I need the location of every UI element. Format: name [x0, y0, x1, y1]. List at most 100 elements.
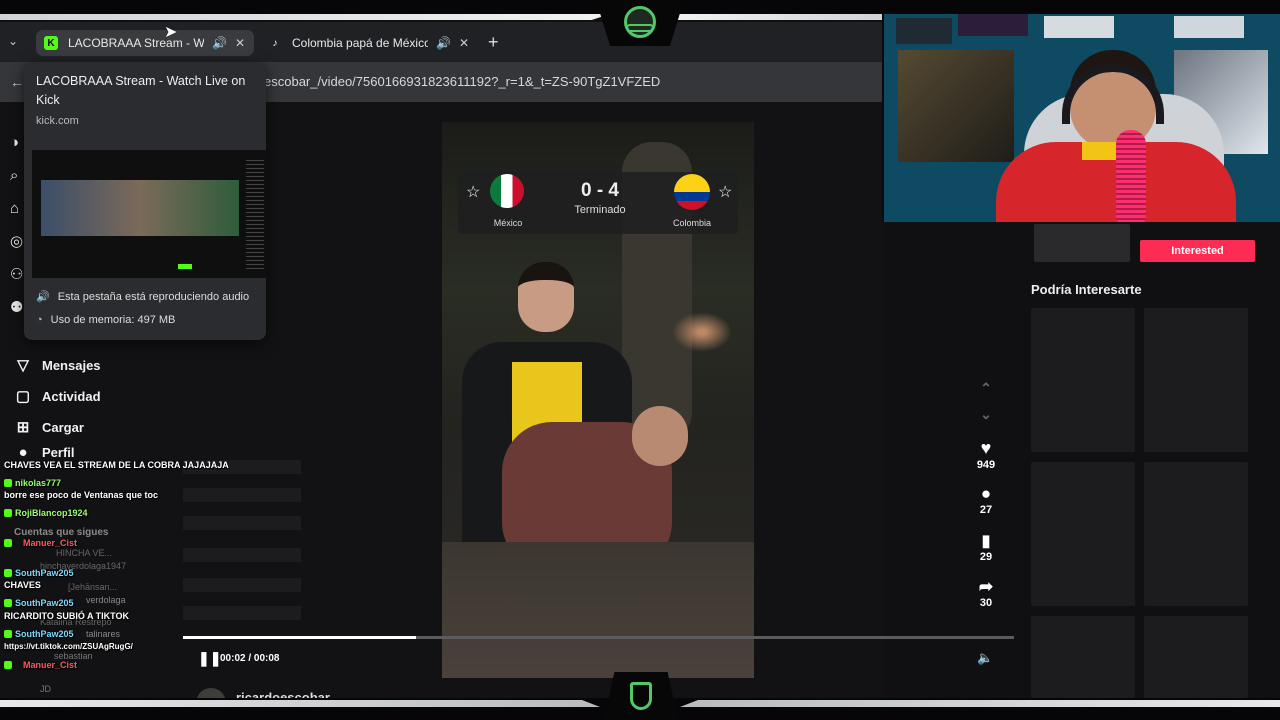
chat-user: SouthPaw205: [4, 629, 74, 639]
glasses-lenses: [626, 24, 654, 32]
match-status: Terminado: [574, 204, 626, 216]
kick-badge-icon: [4, 599, 12, 607]
chat-message: https://vt.tiktok.com/ZSUAgRugG/: [4, 642, 133, 651]
chat-message: CHAVES VEA EL STREAM DE LA COBRA JAJAJAJ…: [4, 460, 229, 470]
new-tab-button[interactable]: +: [488, 32, 499, 53]
chat-message: borre ese poco de Ventanas que toc: [4, 490, 159, 500]
match-scoreboard: ☆ México 0 - 4 Terminado Colombia ☆: [458, 172, 738, 234]
chat-message: RICARDITO SUBIÓ A TIKTOK: [4, 611, 130, 621]
microphone-icon: [1116, 130, 1146, 222]
recommendation-card[interactable]: [1144, 462, 1248, 606]
home-team: México: [493, 218, 523, 228]
recommendation-card[interactable]: [1031, 308, 1135, 452]
tab-list-chevron-icon[interactable]: ⌄: [8, 34, 18, 48]
close-tab-icon[interactable]: ✕: [235, 36, 245, 50]
wall-jersey: [1174, 16, 1244, 38]
kick-badge-icon: [4, 661, 12, 669]
sidebar-item-perfil[interactable]: ● Perfil: [14, 446, 75, 458]
speaker-icon: 🔊: [36, 291, 50, 303]
overlay-frame-line: [680, 700, 1280, 707]
comment-button[interactable]: ● 27: [966, 484, 1006, 516]
carried-head: [632, 406, 688, 466]
preview-follow-button: [178, 264, 192, 269]
sidebar-item-label: Actividad: [42, 388, 101, 404]
share-icon: ➦: [978, 577, 994, 596]
recommendation-card[interactable]: [1144, 616, 1248, 698]
overlay-logo-bottom: [604, 672, 678, 720]
sidebar-item-label: Cargar: [42, 419, 84, 435]
like-count: 949: [976, 459, 996, 471]
star-icon: ☆: [466, 184, 481, 201]
preview-chat: [246, 160, 264, 270]
heart-icon: ♥: [980, 438, 992, 458]
tab-kick[interactable]: K LACOBRAAA Stream - Watch 🔊 ✕: [36, 30, 254, 56]
bookmark-button[interactable]: ▮ 29: [966, 531, 1006, 563]
hover-card-domain: kick.com: [36, 115, 79, 127]
hover-card-title: LACOBRAAA Stream - Watch Live on Kick: [36, 74, 246, 107]
screen: ⌄ K LACOBRAAA Stream - Watch 🔊 ✕ ♪ Colom…: [0, 0, 1280, 720]
share-count: 30: [979, 597, 993, 609]
street-light: [672, 312, 732, 352]
inbox-icon: ▢: [15, 388, 31, 405]
webcam-overlay: [882, 14, 1280, 222]
back-arrow-icon[interactable]: ←: [10, 74, 24, 90]
comment-count: 27: [979, 504, 993, 516]
overlay-frame-line: [0, 700, 600, 707]
tab-title: Colombia papá de México,: [292, 36, 428, 50]
wall-jersey: [896, 18, 952, 44]
share-button[interactable]: ➦ 30: [966, 577, 1006, 609]
sidebar-item-actividad[interactable]: ▢ Actividad: [14, 384, 101, 408]
close-tab-icon[interactable]: ✕: [459, 36, 469, 50]
speaker-icon[interactable]: 🔊: [212, 36, 227, 50]
match-score: 0 - 4: [580, 180, 620, 201]
wall-photo: [898, 50, 1014, 162]
glasses-mascot-icon: [624, 6, 656, 38]
wall-jersey: [1044, 16, 1114, 38]
send-icon: ▽: [17, 357, 29, 374]
upload-icon: ⊞: [16, 419, 30, 436]
speaker-icon[interactable]: 🔊: [436, 36, 451, 50]
bookmark-icon: ▮: [981, 533, 991, 550]
chat-user: nikolas777: [4, 478, 61, 488]
away-team: Colombia: [672, 218, 712, 228]
kick-badge-icon: [4, 630, 12, 638]
overlay-logo-top: [596, 0, 684, 46]
tab-tiktok[interactable]: ♪ Colombia papá de México, 🔊 ✕: [260, 30, 478, 56]
like-button[interactable]: ♥ 949: [966, 438, 1006, 471]
section-title: Podría Interesarte: [1031, 282, 1142, 297]
volume-icon[interactable]: 🔈: [977, 650, 993, 666]
chat-user: SouthPaw205: [4, 568, 74, 578]
kick-badge-icon: [4, 509, 12, 517]
kick-badge-icon: [4, 569, 12, 577]
comment-icon: ●: [980, 484, 992, 503]
memory-icon: ◔: [36, 314, 43, 326]
scroll-down-icon[interactable]: ⌄: [966, 406, 1006, 423]
kick-badge-icon: [4, 479, 12, 487]
star-icon: ☆: [718, 184, 733, 201]
sidebar-item-label: Mensajes: [42, 357, 101, 373]
recommendation-card[interactable]: [1144, 308, 1248, 452]
profile-icon: ●: [18, 446, 28, 458]
tiktok-icon: ♪: [272, 37, 278, 49]
url-field[interactable]: escobar_/video/7560166931823611192?_r=1&…: [250, 68, 880, 96]
recommendation-card[interactable]: [1031, 616, 1135, 698]
chat-user: Manuer_Cist: [4, 660, 77, 670]
tab-title: LACOBRAAA Stream - Watch: [68, 36, 204, 50]
sidebar-item-label: Perfil: [42, 446, 75, 458]
wall-jersey: [958, 14, 1028, 36]
chat-message: CHAVES: [4, 580, 41, 590]
sidebar-item-cargar[interactable]: ⊞ Cargar: [14, 415, 84, 439]
audio-status-row: 🔊 Esta pestaña está reproduciendo audio: [36, 291, 250, 303]
colombia-flag-icon: [674, 174, 710, 210]
shield-icon: [630, 682, 652, 710]
person-head: [518, 262, 574, 332]
kick-icon: K: [44, 36, 58, 50]
tab-hover-card: LACOBRAAA Stream - Watch Live on Kick ki…: [24, 62, 266, 340]
pavement: [442, 542, 754, 678]
interested-button[interactable]: Interested: [1140, 240, 1255, 262]
thumbnail[interactable]: [1034, 224, 1130, 262]
sidebar-item-mensajes[interactable]: ▽ Mensajes: [14, 353, 101, 377]
memory-row: ◔ Uso de memoria: 497 MB: [36, 314, 176, 326]
recommendation-card[interactable]: [1031, 462, 1135, 606]
scroll-up-icon[interactable]: ⌃: [966, 380, 1006, 397]
